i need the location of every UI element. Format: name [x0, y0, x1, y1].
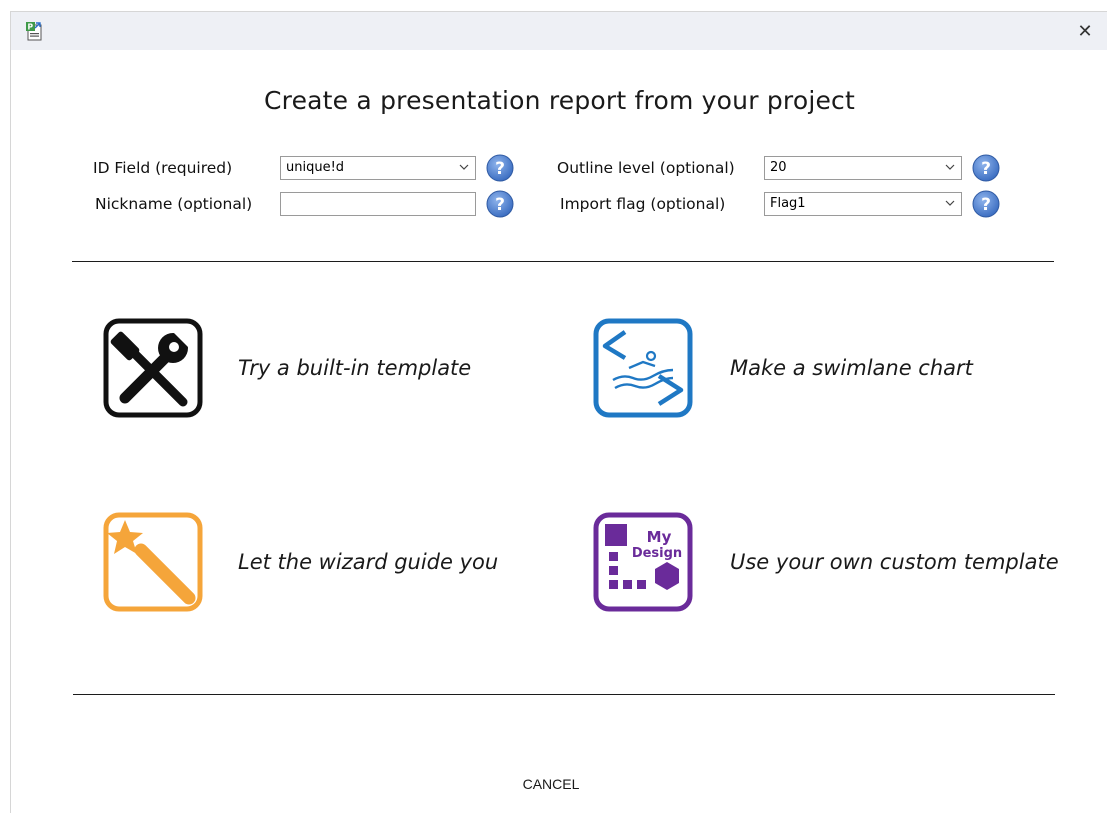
outline-level-value: 20 [770, 160, 787, 175]
svg-text:?: ? [981, 195, 991, 215]
bottom-divider [73, 694, 1055, 695]
outline-level-help-icon[interactable]: ? [972, 154, 1000, 182]
svg-text:P: P [28, 23, 34, 32]
nickname-help-icon[interactable]: ? [486, 190, 514, 218]
id-field-label: ID Field (required) [93, 159, 233, 177]
id-field-value: unique!d [286, 160, 345, 175]
svg-text:?: ? [981, 159, 991, 179]
project-app-icon: P [26, 22, 42, 41]
cancel-button[interactable]: CANCEL [511, 776, 591, 792]
my-design-icon-line2: Design [632, 546, 682, 561]
import-flag-help-icon[interactable]: ? [972, 190, 1000, 218]
wizard-label: Let the wizard guide you [238, 550, 499, 574]
nickname-input[interactable] [280, 192, 476, 216]
my-design-icon: My Design [593, 512, 693, 612]
import-flag-select[interactable]: Flag1 [764, 192, 962, 216]
close-icon: ✕ [1077, 20, 1093, 42]
chevron-down-icon [945, 164, 955, 170]
close-button[interactable]: ✕ [1062, 12, 1107, 50]
outline-level-label: Outline level (optional) [557, 159, 735, 177]
builtin-template-label: Try a built-in template [238, 356, 472, 380]
id-field-select[interactable]: unique!d [280, 156, 476, 180]
custom-template-label: Use your own custom template [730, 550, 1059, 574]
title-bar: P ✕ [11, 12, 1107, 50]
import-flag-label: Import flag (optional) [560, 195, 726, 213]
svg-text:?: ? [495, 195, 505, 215]
outline-level-select[interactable]: 20 [764, 156, 962, 180]
nickname-label: Nickname (optional) [95, 195, 253, 213]
tools-icon [103, 318, 203, 418]
magic-wand-icon [103, 512, 203, 612]
swimmer-icon [593, 318, 693, 418]
chevron-down-icon [945, 200, 955, 206]
import-flag-value: Flag1 [770, 196, 806, 211]
chevron-down-icon [459, 164, 469, 170]
my-design-icon-line1: My [647, 528, 672, 546]
swimlane-chart-label: Make a swimlane chart [730, 356, 973, 380]
dialog-window: P ✕ Create a presentation report from yo… [10, 11, 1107, 813]
id-field-help-icon[interactable]: ? [486, 154, 514, 182]
svg-text:?: ? [495, 159, 505, 179]
top-divider [72, 261, 1054, 262]
page-title: Create a presentation report from your p… [263, 86, 856, 115]
